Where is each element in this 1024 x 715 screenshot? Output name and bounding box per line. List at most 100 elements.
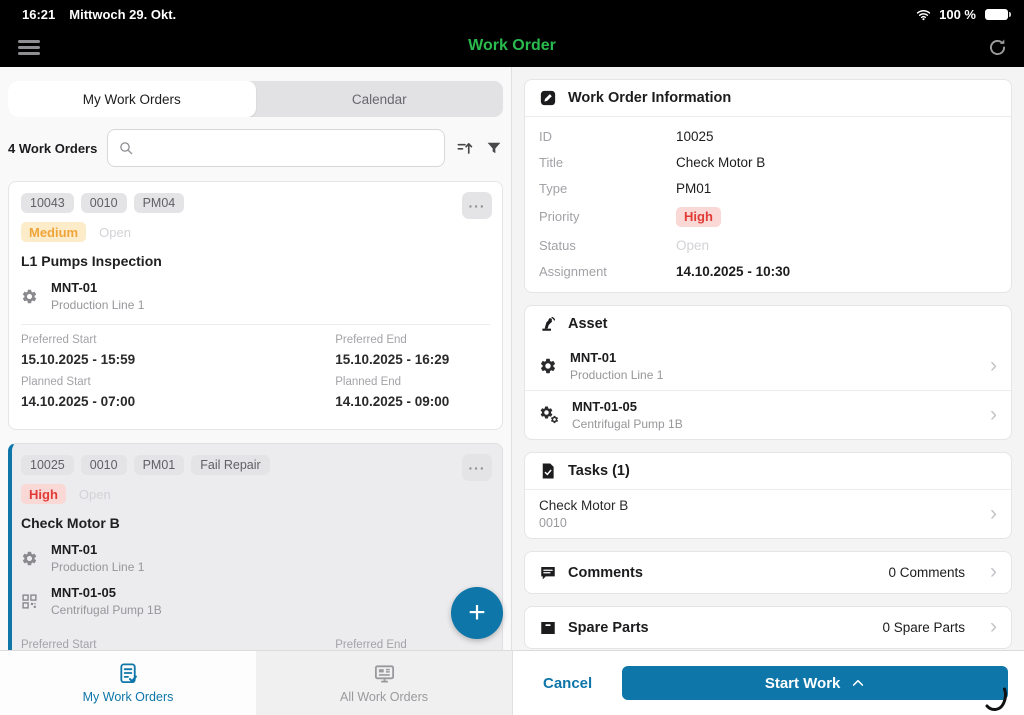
robot-arm-icon xyxy=(539,315,557,333)
asset-row-mnt-01[interactable]: MNT-01 Production Line 1 › xyxy=(525,342,1011,390)
page-title: Work Order xyxy=(0,37,1024,55)
field-label: ID xyxy=(539,129,676,144)
chevron-right-icon: › xyxy=(990,404,997,425)
field-label: Type xyxy=(539,181,676,196)
field-label: Priority xyxy=(539,209,676,224)
monitor-icon xyxy=(373,662,396,685)
section-title: Comments xyxy=(568,565,643,581)
task-operation: 0010 xyxy=(539,516,628,530)
chevron-right-icon: › xyxy=(990,355,997,376)
date-label: Planned End xyxy=(335,376,490,388)
work-order-card-10043[interactable]: 10043 0010 PM04 ··· Medium Open L1 Pumps… xyxy=(8,181,503,430)
asset-row-mnt-01-05[interactable]: MNT-01-05 Centrifugal Pump 1B › xyxy=(525,390,1011,439)
date-value: 14.10.2025 - 09:00 xyxy=(335,394,490,409)
date-label: Preferred End xyxy=(335,334,490,346)
tag-id: 10043 xyxy=(21,193,74,213)
battery-icon xyxy=(985,9,1008,20)
section-title: Spare Parts xyxy=(568,620,649,636)
search-box[interactable] xyxy=(107,129,445,167)
status-text: Open xyxy=(79,487,111,502)
task-title: Check Motor B xyxy=(539,498,628,513)
date-label: Preferred Start xyxy=(21,334,335,346)
chevron-right-icon: › xyxy=(990,503,997,524)
work-order-title: L1 Pumps Inspection xyxy=(21,253,490,269)
tag-type: PM01 xyxy=(134,455,185,475)
cancel-button[interactable]: Cancel xyxy=(543,675,592,692)
refresh-icon[interactable] xyxy=(987,37,1008,58)
chevron-up-icon xyxy=(851,676,865,690)
tab-my-work-orders-bottom[interactable]: My Work Orders xyxy=(0,651,256,715)
spare-parts-count: 0 Spare Parts xyxy=(882,620,965,635)
priority-badge: Medium xyxy=(21,222,86,242)
tag-category: Fail Repair xyxy=(191,455,269,475)
asset-id: MNT-01-05 xyxy=(51,585,162,600)
comments-card: Comments 0 Comments › xyxy=(524,551,1012,594)
date-value: 15.10.2025 - 16:29 xyxy=(335,352,490,367)
add-work-order-button[interactable]: + xyxy=(451,587,503,639)
spare-parts-card: Spare Parts 0 Spare Parts › xyxy=(524,606,1012,649)
gear-icon xyxy=(21,550,38,567)
comments-row[interactable]: Comments 0 Comments › xyxy=(525,552,1011,593)
sort-icon[interactable] xyxy=(455,138,475,158)
task-row[interactable]: Check Motor B 0010 › xyxy=(525,490,1011,538)
doc-check-icon xyxy=(117,662,140,685)
asset-name: Centrifugal Pump 1B xyxy=(572,417,683,431)
gear-icon xyxy=(21,288,38,305)
footer: My Work Orders All Work Orders Cancel St… xyxy=(0,650,1024,715)
work-order-title: Check Motor B xyxy=(21,515,490,531)
status-bar: 16:21 Mittwoch 29. Okt. 100 % xyxy=(0,0,1024,28)
work-order-information-card: Work Order Information ID 10025 Title Ch… xyxy=(524,79,1012,293)
tab-label: My Work Orders xyxy=(83,690,174,704)
tab-label: All Work Orders xyxy=(340,690,428,704)
field-label: Status xyxy=(539,238,676,253)
field-value-title: Check Motor B xyxy=(676,155,765,170)
start-work-button[interactable]: Start Work xyxy=(622,666,1008,700)
work-order-count: 4 Work Orders xyxy=(8,141,97,156)
tab-calendar[interactable]: Calendar xyxy=(256,81,504,117)
card-menu-button[interactable]: ··· xyxy=(462,192,492,219)
status-text: Open xyxy=(99,225,131,240)
comment-icon xyxy=(539,564,557,582)
start-work-label: Start Work xyxy=(765,675,841,692)
work-order-detail-panel: Work Order Information ID 10025 Title Ch… xyxy=(512,67,1024,650)
card-menu-button[interactable]: ··· xyxy=(462,454,492,481)
work-order-list-panel: My Work Orders Calendar 4 Work Orders 10… xyxy=(0,67,512,650)
field-label: Title xyxy=(539,155,676,170)
spare-parts-row[interactable]: Spare Parts 0 Spare Parts › xyxy=(525,607,1011,648)
date-label: Planned Start xyxy=(21,376,335,388)
date-label: Preferred End xyxy=(335,639,490,650)
asset-card: Asset MNT-01 Production Line 1 › xyxy=(524,305,1012,440)
tag-operation: 0010 xyxy=(81,193,127,213)
battery-percent: 100 % xyxy=(939,7,976,22)
tab-all-work-orders-bottom[interactable]: All Work Orders xyxy=(256,651,512,715)
date-value: 14.10.2025 - 07:00 xyxy=(21,394,335,409)
view-segmented-control: My Work Orders Calendar xyxy=(8,81,503,117)
wifi-icon xyxy=(915,7,932,22)
field-value-assignment: 14.10.2025 - 10:30 xyxy=(676,264,790,279)
tag-id: 10025 xyxy=(21,455,74,475)
asset-name: Production Line 1 xyxy=(570,368,663,382)
bottom-tab-bar: My Work Orders All Work Orders xyxy=(0,650,512,715)
section-title: Work Order Information xyxy=(568,90,731,106)
clock: 16:21 xyxy=(22,7,55,22)
action-bar: Cancel Start Work xyxy=(512,650,1024,715)
tag-type: PM04 xyxy=(134,193,185,213)
search-input[interactable] xyxy=(142,141,434,156)
chevron-right-icon: › xyxy=(990,561,997,582)
date-value: 15.10.2025 - 15:59 xyxy=(21,352,335,367)
work-order-card-10025[interactable]: 10025 0010 PM01 Fail Repair ··· High Ope… xyxy=(8,443,503,650)
field-value-id: 10025 xyxy=(676,129,714,144)
chevron-right-icon: › xyxy=(990,616,997,637)
tab-my-work-orders[interactable]: My Work Orders xyxy=(8,81,256,117)
asset-id: MNT-01 xyxy=(51,542,144,557)
box-icon xyxy=(539,619,557,637)
gear-icon xyxy=(539,357,557,375)
asset-name: Centrifugal Pump 1B xyxy=(51,603,162,617)
qr-code-icon xyxy=(21,593,38,610)
comments-count: 0 Comments xyxy=(888,565,965,580)
asset-id: MNT-01-05 xyxy=(572,399,683,414)
field-label: Assignment xyxy=(539,264,676,279)
filter-icon[interactable] xyxy=(485,138,503,158)
tasks-card: Tasks (1) Check Motor B 0010 › xyxy=(524,452,1012,539)
field-value-type: PM01 xyxy=(676,181,711,196)
